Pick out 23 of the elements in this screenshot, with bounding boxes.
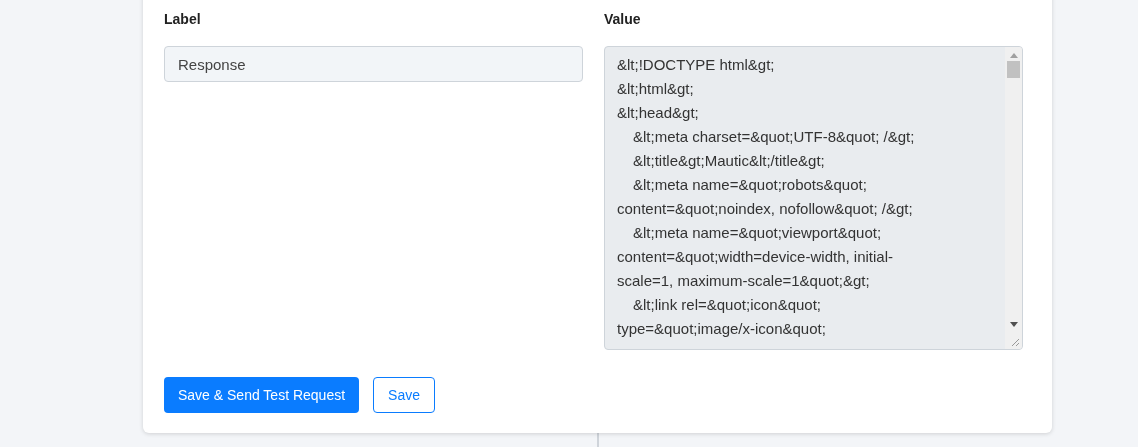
scroll-down-icon[interactable] (1009, 322, 1018, 327)
save-button[interactable]: Save (373, 377, 435, 413)
code-line: content=&quot;width=device-width, initial- (617, 247, 893, 267)
code-line: &lt;html&gt; (617, 79, 694, 99)
code-line: &lt;meta name=&quot;robots&quot; (632, 175, 867, 195)
scroll-up-icon[interactable] (1009, 53, 1018, 58)
code-line: &lt;meta charset=&quot;UTF-8&quot; /&gt; (632, 127, 915, 147)
code-line: &lt;!DOCTYPE html&gt; (617, 55, 775, 75)
code-line: &lt;meta name=&quot;viewport&quot; (632, 223, 882, 243)
save-and-send-button[interactable]: Save & Send Test Request (164, 377, 360, 413)
code-line: &lt;link rel=&quot;icon&quot; (632, 295, 822, 315)
input-field[interactable]: Response (164, 46, 583, 82)
scrollbar[interactable] (1005, 47, 1022, 349)
code-line: &lt;title&gt;Mautic&lt;/title&gt; (632, 151, 825, 171)
code-line: scale=1, maximum-scale=1&quot;&gt; (617, 271, 870, 291)
scroll-thumb[interactable] (1007, 61, 1020, 78)
text-area[interactable] (604, 46, 1023, 350)
code-line: type=&quot;image/x-icon&quot; (617, 319, 826, 339)
resize-handle-icon[interactable] (1011, 338, 1020, 347)
code-line: &lt;head&gt; (617, 103, 699, 123)
code-line: content=&quot;noindex, nofollow&quot; /&gt; (617, 199, 913, 219)
field-label: Label (164, 10, 202, 29)
field-label: Value (604, 10, 642, 29)
